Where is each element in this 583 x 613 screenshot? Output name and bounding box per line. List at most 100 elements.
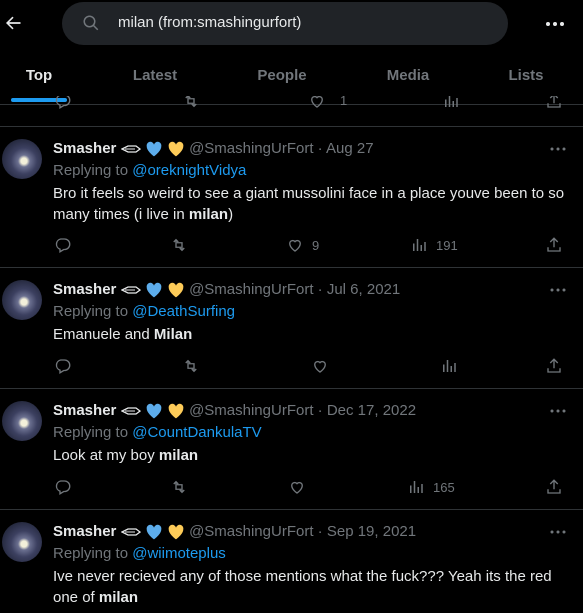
views-icon — [410, 481, 423, 493]
like-icon — [289, 239, 301, 252]
retweet-icon[interactable] — [182, 96, 200, 110]
tweet[interactable]: Smasher @SmashingUrFort · Dec 17, 2022 R… — [0, 389, 583, 509]
like-button[interactable] — [311, 356, 329, 376]
tweet-more-icon[interactable] — [549, 528, 567, 536]
blue-heart-icon — [146, 524, 162, 540]
timestamp[interactable]: Jul 6, 2021 — [327, 281, 400, 298]
avatar[interactable] — [2, 401, 42, 441]
tweet[interactable]: Smasher @SmashingUrFort · Aug 27 Replyin… — [0, 127, 583, 267]
reply-icon — [55, 359, 71, 374]
tweet-text: Emanuele and Milan — [53, 326, 193, 343]
tweet-header: Smasher @SmashingUrFort · Jul 6, 2021 — [53, 281, 401, 298]
like-icon — [291, 481, 303, 494]
views-button[interactable]: 191 — [410, 235, 458, 255]
like-icon — [314, 360, 326, 373]
search-header: milan (from:smashingurfort) Top Latest P… — [0, 0, 583, 105]
like-count: 1 — [340, 96, 348, 108]
mention-link[interactable]: @wiimoteplus — [132, 545, 226, 562]
blue-heart-icon — [146, 282, 162, 298]
avatar[interactable] — [2, 280, 42, 320]
retweet-icon — [173, 480, 185, 494]
retweet-icon — [173, 238, 185, 252]
tweet-more-icon[interactable] — [549, 145, 567, 153]
reply-button[interactable] — [54, 235, 72, 255]
share-button[interactable] — [545, 235, 563, 255]
rocket-emoji-icon — [120, 286, 141, 294]
share-icon[interactable] — [545, 96, 563, 110]
tweet-header: Smasher @SmashingUrFort · Dec 17, 2022 — [53, 402, 417, 419]
timestamp[interactable]: Dec 17, 2022 — [327, 402, 416, 419]
rocket-emoji-icon — [120, 407, 141, 415]
avatar[interactable] — [2, 522, 42, 562]
tweet-header: Smasher @SmashingUrFort · Aug 27 — [53, 140, 374, 157]
views-icon[interactable] — [442, 96, 460, 110]
views-icon — [443, 360, 456, 372]
views-button[interactable] — [440, 356, 458, 376]
views-icon — [413, 239, 426, 251]
display-name[interactable]: Smasher — [53, 402, 116, 419]
tweet-actions — [0, 356, 583, 376]
tweet[interactable]: Smasher @SmashingUrFort · Sep 19, 2021 R… — [0, 510, 583, 613]
handle[interactable]: @SmashingUrFort — [189, 140, 313, 157]
reply-button[interactable] — [54, 356, 72, 376]
tweet-more-icon[interactable] — [549, 286, 567, 294]
replying-to: Replying to @oreknightVidya — [53, 162, 247, 179]
handle[interactable]: @SmashingUrFort — [189, 402, 313, 419]
views-button[interactable]: 165 — [407, 477, 455, 497]
handle[interactable]: @SmashingUrFort — [189, 281, 313, 298]
view-count: 191 — [436, 237, 458, 253]
back-arrow-icon[interactable] — [3, 13, 23, 33]
yellow-heart-icon — [168, 524, 184, 540]
retweet-button[interactable] — [170, 477, 188, 497]
tweet-actions: 165 — [0, 477, 583, 497]
yellow-heart-icon — [168, 282, 184, 298]
handle[interactable]: @SmashingUrFort — [189, 523, 313, 540]
share-icon — [547, 358, 561, 373]
reply-icon — [55, 238, 71, 253]
timestamp[interactable]: Aug 27 — [326, 140, 374, 157]
search-query[interactable]: milan (from:smashingurfort) — [118, 14, 301, 31]
tweet-text: Ive never recieved any of those mentions… — [53, 568, 552, 606]
share-icon — [547, 479, 561, 494]
retweet-button[interactable] — [170, 235, 188, 255]
tweet-text: Bro it feels so weird to see a giant mus… — [53, 185, 565, 223]
reply-icon[interactable] — [54, 96, 72, 110]
display-name[interactable]: Smasher — [53, 140, 116, 157]
tweet-more-icon[interactable] — [549, 407, 567, 415]
display-name[interactable]: Smasher — [53, 281, 116, 298]
share-button[interactable] — [545, 477, 563, 497]
mention-link[interactable]: @DeathSurfing — [132, 303, 235, 320]
blue-heart-icon — [146, 141, 162, 157]
rocket-emoji-icon — [120, 145, 141, 153]
reply-icon — [55, 480, 71, 495]
tweet-actions: 9 191 — [0, 235, 583, 255]
blue-heart-icon — [146, 403, 162, 419]
rocket-emoji-icon — [120, 528, 141, 536]
tweet-text: Look at my boy milan — [53, 447, 199, 464]
mention-link[interactable]: @oreknightVidya — [132, 162, 246, 179]
retweet-icon — [185, 359, 197, 373]
replying-to: Replying to @wiimoteplus — [53, 545, 226, 562]
view-count: 165 — [433, 479, 455, 495]
share-icon — [547, 237, 561, 252]
more-icon[interactable] — [543, 12, 567, 36]
tweet-header: Smasher @SmashingUrFort · Sep 19, 2021 — [53, 523, 417, 540]
yellow-heart-icon — [168, 141, 184, 157]
mention-link[interactable]: @CountDankulaTV — [132, 424, 261, 441]
like-count: 9 — [312, 237, 320, 253]
replying-to: Replying to @DeathSurfing — [53, 303, 235, 320]
like-button[interactable]: 9 — [286, 235, 319, 255]
retweet-button[interactable] — [182, 356, 200, 376]
like-icon[interactable] — [308, 96, 326, 110]
timestamp[interactable]: Sep 19, 2021 — [327, 523, 416, 540]
like-button[interactable] — [288, 477, 306, 497]
display-name[interactable]: Smasher — [53, 523, 116, 540]
search-icon — [83, 15, 99, 31]
replying-to: Replying to @CountDankulaTV — [53, 424, 262, 441]
tweet[interactable]: Smasher @SmashingUrFort · Jul 6, 2021 Re… — [0, 268, 583, 388]
previous-tweet-actions: 1 — [0, 96, 583, 110]
yellow-heart-icon — [168, 403, 184, 419]
avatar[interactable] — [2, 139, 42, 179]
reply-button[interactable] — [54, 477, 72, 497]
share-button[interactable] — [545, 356, 563, 376]
